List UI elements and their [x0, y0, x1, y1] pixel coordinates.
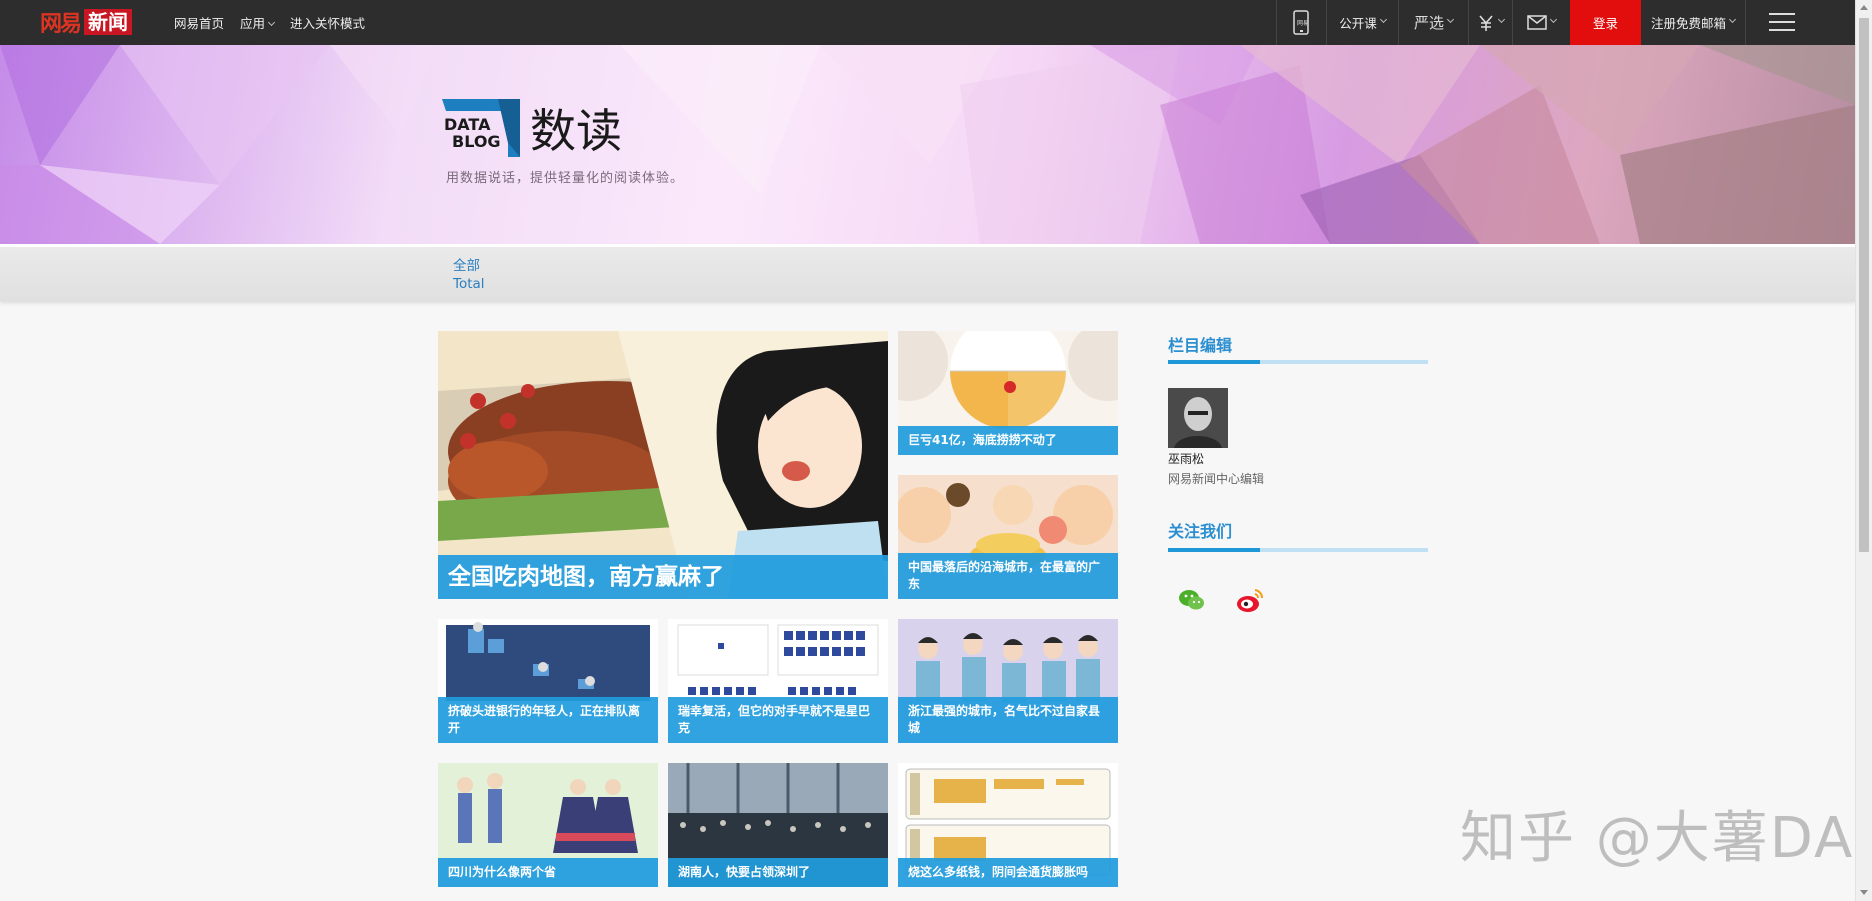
category-tab-all[interactable]: 全部 Total — [453, 257, 485, 293]
nav-apps-menu[interactable]: 应用 — [240, 13, 276, 32]
nav-home-link[interactable]: 网易首页 — [174, 13, 224, 32]
mail-menu[interactable] — [1512, 0, 1570, 45]
top-nav-bar: 网易 新闻 网易首页 应用 进入关怀模式 网易 公开课 严选 登录 注册免费邮箱 — [0, 0, 1855, 45]
article-title: 浙江最强的城市，名气比不过自家县城 — [898, 697, 1118, 743]
article-title: 中国最落后的沿海城市，在最富的广东 — [898, 553, 1118, 599]
open-course-menu[interactable]: 公开课 — [1326, 0, 1398, 45]
login-button[interactable]: 登录 — [1570, 0, 1641, 45]
article-title: 四川为什么像两个省 — [438, 858, 658, 887]
vertical-scrollbar[interactable] — [1855, 0, 1872, 901]
banner-polygon-background — [0, 45, 1855, 244]
phone-app-label: 网易 — [1297, 20, 1309, 27]
editor-name: 巫雨松 — [1168, 452, 1205, 466]
nav-left: 网易首页 应用 进入关怀模式 — [174, 0, 365, 45]
yanxuan-label: 严选 — [1413, 14, 1444, 32]
datablog-logo: DATA BLOG — [442, 99, 520, 157]
article-title: 湖南人，快要占领深圳了 — [668, 858, 888, 887]
login-label: 登录 — [1592, 16, 1618, 31]
article-card[interactable]: 中国最落后的沿海城市，在最富的广东 — [898, 475, 1118, 599]
chevron-down-icon — [1379, 15, 1387, 24]
register-mail-menu[interactable]: 注册免费邮箱 — [1641, 0, 1746, 45]
finance-menu[interactable] — [1468, 0, 1512, 45]
follow-heading-underline — [1168, 548, 1428, 552]
nav-apps-label: 应用 — [240, 16, 266, 31]
register-mail-label: 注册免费邮箱 — [1650, 16, 1726, 31]
article-title: 挤破头进银行的年轻人，正在排队离开 — [438, 697, 658, 743]
chevron-down-icon — [1728, 15, 1737, 24]
category-cn-label: 全部 — [453, 258, 480, 274]
yuan-icon — [1479, 14, 1493, 31]
article-title: 巨亏41亿，海底捞捞不动了 — [898, 426, 1118, 455]
article-card-featured[interactable]: 全国吃肉地图，南方赢麻了 — [438, 331, 888, 599]
article-card[interactable]: 浙江最强的城市，名气比不过自家县城 — [898, 619, 1118, 743]
mail-icon — [1527, 15, 1547, 30]
datablog-banner: DATA BLOG 数读 用数据说话，提供轻量化的阅读体验。 — [0, 45, 1855, 244]
watermark-text: 知乎 @大薯DA — [1460, 806, 1855, 871]
wechat-icon[interactable] — [1175, 583, 1209, 617]
netease-news-logo[interactable]: 网易 新闻 — [40, 8, 133, 37]
chevron-down-icon — [1497, 15, 1506, 24]
scroll-up-arrow-icon[interactable] — [1860, 5, 1868, 10]
logo-line-blog: BLOG — [452, 132, 501, 151]
chevron-down-icon — [1549, 15, 1558, 24]
article-title: 全国吃肉地图，南方赢麻了 — [438, 555, 888, 599]
phone-icon: 网易 — [1292, 9, 1309, 35]
chevron-down-icon — [267, 18, 276, 27]
chevron-down-icon — [1446, 15, 1455, 24]
article-card[interactable]: 四川为什么像两个省 — [438, 763, 658, 887]
scrollbar-thumb[interactable] — [1859, 18, 1869, 552]
category-bar: 全部 Total — [0, 244, 1855, 302]
scroll-down-arrow-icon[interactable] — [1860, 890, 1868, 895]
phone-app-button[interactable]: 网易 — [1276, 0, 1326, 45]
article-card[interactable]: 烧这么多纸钱，阴间会通货膨胀吗 — [898, 763, 1118, 887]
page-title: 数读 — [530, 104, 622, 158]
editor-section-heading: 栏目编辑 — [1168, 336, 1233, 355]
avatar — [1168, 388, 1228, 448]
article-title: 烧这么多纸钱，阴间会通货膨胀吗 — [898, 858, 1118, 887]
editor-heading-underline — [1168, 360, 1428, 364]
yanxuan-menu[interactable]: 严选 — [1398, 0, 1468, 45]
article-card[interactable]: 挤破头进银行的年轻人，正在排队离开 — [438, 619, 658, 743]
logo-text: 网易 — [40, 11, 82, 37]
article-card[interactable]: 湖南人，快要占领深圳了 — [668, 763, 888, 887]
article-card[interactable]: 瑞幸复活，但它的对手早就不是星巴克 — [668, 619, 888, 743]
follow-section-heading: 关注我们 — [1168, 522, 1233, 541]
nav-care-mode-link[interactable]: 进入关怀模式 — [290, 13, 365, 32]
weibo-icon[interactable] — [1233, 583, 1267, 617]
page-subtitle: 用数据说话，提供轻量化的阅读体验。 — [446, 171, 685, 186]
article-card[interactable]: 巨亏41亿，海底捞捞不动了 — [898, 331, 1118, 455]
editor-role: 网易新闻中心编辑 — [1168, 472, 1265, 486]
logo-badge: 新闻 — [84, 9, 133, 35]
open-course-label: 公开课 — [1339, 16, 1377, 31]
article-title: 瑞幸复活，但它的对手早就不是星巴克 — [668, 697, 888, 743]
menu-icon[interactable] — [1769, 13, 1795, 33]
category-en-label: Total — [453, 276, 485, 292]
